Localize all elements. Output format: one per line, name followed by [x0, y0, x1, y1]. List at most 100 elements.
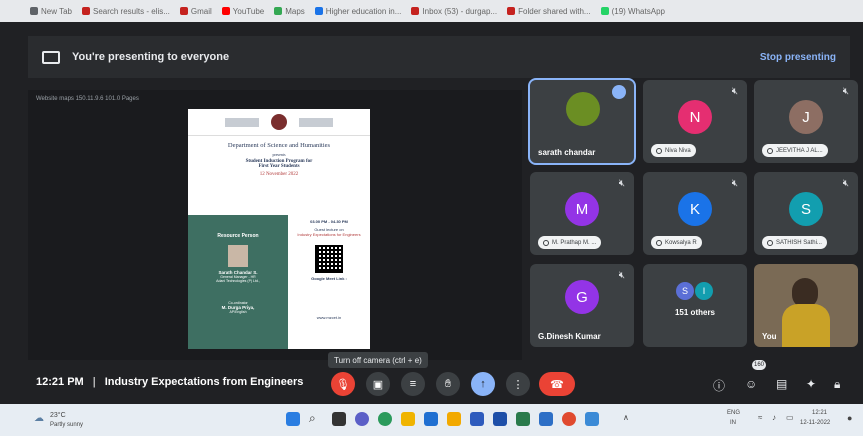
participant-photo [566, 92, 600, 126]
people-icon[interactable]: ☺︎ [745, 377, 757, 391]
participant-name: Niva Niva [665, 147, 691, 154]
meet-window: You're presenting to everyone Stop prese… [0, 22, 863, 404]
stop-presenting-button[interactable]: Stop presenting [760, 52, 836, 63]
more-options-button[interactable]: ⋮ [506, 372, 530, 396]
bookmark-label: New Tab [41, 6, 72, 16]
weather-temp: 23°C [50, 412, 66, 419]
participant-tile[interactable]: J 🔇︎ JEEVITHA J AL... [754, 80, 858, 163]
show-hidden-icons[interactable]: ∧ [623, 413, 629, 422]
present-button[interactable]: ↑ [471, 372, 495, 396]
wifi-icon[interactable]: ≈ [758, 413, 762, 422]
raise-hand-button[interactable]: ✋︎ [436, 372, 460, 396]
bookmark-icon [179, 7, 188, 15]
app-icon[interactable] [585, 412, 599, 426]
self-tile[interactable]: You [754, 264, 858, 347]
bookmark-item[interactable]: Higher education in... [314, 7, 401, 16]
folder-icon[interactable] [447, 412, 461, 426]
meeting-time: 12:21 PM [36, 376, 84, 388]
shared-toolbar-title: Website maps 150.11.9.6 101.0 Pages [36, 96, 139, 102]
meeting-info: 12:21 PM | Industry Expectations from En… [36, 376, 303, 388]
participant-name: M. Prathap M. ... [552, 239, 597, 246]
bookmark-item[interactable]: Inbox (53) - durgap... [411, 7, 497, 16]
poster-presents: presents [272, 152, 286, 157]
chat-app-icon[interactable] [355, 412, 369, 426]
task-view-icon[interactable] [332, 412, 346, 426]
notification-icon[interactable]: ● [847, 413, 852, 423]
bookmark-icon [221, 7, 230, 15]
info-icon[interactable]: ⓘ [713, 377, 725, 394]
meeting-title: Industry Expectations from Engineers [104, 376, 304, 388]
participant-name-pill: M. Prathap M. ... [538, 236, 602, 249]
volume-icon[interactable]: ♪ [772, 413, 776, 422]
self-name: You [762, 332, 777, 341]
system-time[interactable]: 12:21 [812, 410, 827, 416]
bookmark-label: YouTube [232, 6, 265, 16]
bookmark-item[interactable]: Gmail [179, 7, 212, 16]
college-logo [225, 117, 259, 127]
partner-logo [299, 117, 333, 127]
bookmark-icon [507, 7, 516, 15]
pin-icon [656, 239, 662, 246]
camera-button[interactable]: ▣ [366, 372, 390, 396]
bookmark-label: Search results - elis... [92, 6, 170, 16]
bookmark-item[interactable]: (19) WhatsApp [600, 7, 665, 16]
participant-tile[interactable]: N 🔇︎ Niva Niva [643, 80, 747, 163]
participant-name-pill: JEEVITHA J AL... [762, 144, 828, 157]
app-icon[interactable] [516, 412, 530, 426]
event-time: 03.00 PM - 04.30 PM [310, 219, 348, 224]
self-video-body [782, 304, 830, 347]
pin-icon [767, 147, 773, 154]
participant-tile[interactable]: M 🔇︎ M. Prathap M. ... [530, 172, 634, 255]
mic-off-button[interactable]: 🎙︎ [331, 372, 355, 396]
language[interactable]: ENG [727, 410, 740, 416]
participant-name-pill: Niva Niva [651, 144, 696, 157]
store-icon[interactable] [424, 412, 438, 426]
search-icon[interactable]: ⌕ [309, 411, 316, 426]
coordinator-role: AP/English [229, 310, 247, 314]
edge-icon[interactable] [378, 412, 392, 426]
participant-tile[interactable]: G 🔇︎ G.Dinesh Kumar [530, 264, 634, 347]
bookmark-item[interactable]: YouTube [221, 6, 265, 16]
others-tile[interactable]: S I 151 others [643, 264, 747, 347]
bookmark-item[interactable]: Folder shared with... [507, 7, 591, 16]
system-date[interactable]: 12-11-2022 [800, 420, 830, 426]
mic-off-icon: 🔇︎ [618, 270, 625, 281]
bookmark-icon [81, 7, 90, 15]
battery-icon[interactable]: ▭ [786, 413, 794, 422]
participant-name-pill: Kowsalya R [651, 236, 702, 249]
app-icon[interactable] [493, 412, 507, 426]
captions-button[interactable]: ≡ [401, 372, 425, 396]
bookmark-item[interactable]: Search results - elis... [81, 6, 170, 16]
app-icon[interactable] [539, 412, 553, 426]
emblem-logo [271, 114, 287, 130]
resource-panel: Resource Person Sarath Chandar S. Genera… [188, 215, 288, 349]
chrome-icon[interactable] [562, 412, 576, 426]
participant-tile[interactable]: S 🔇︎ SATHISH Sathi... [754, 172, 858, 255]
participant-avatar: J [789, 100, 823, 134]
activities-icon[interactable]: ✦ [806, 377, 816, 391]
start-icon[interactable] [286, 412, 300, 426]
poster: Department of Science and Humanities pre… [188, 109, 370, 349]
shared-toolbar: Website maps 150.11.9.6 101.0 Pages [28, 90, 522, 108]
bookmark-item[interactable]: Maps [274, 7, 305, 16]
participant-tile[interactable]: K 🔇︎ Kowsalya R [643, 172, 747, 255]
mic-off-icon: 🔇︎ [842, 178, 849, 189]
file-explorer-icon[interactable] [401, 412, 415, 426]
poster-date: 12 November 2022 [259, 172, 299, 177]
others-avatar: I [695, 282, 713, 300]
mic-off-icon: 🔇︎ [842, 86, 849, 97]
app-icon[interactable] [470, 412, 484, 426]
leave-call-button[interactable]: ☎︎ [539, 372, 575, 396]
poster-dept: Department of Science and Humanities [227, 142, 331, 149]
bookmark-icon [600, 7, 609, 15]
bookmark-item[interactable]: New Tab [30, 7, 72, 16]
meet-link-label: Google Meet Link : [311, 276, 347, 281]
participant-tile[interactable]: sarath chandar [528, 78, 636, 165]
chat-icon[interactable]: ▤ [776, 377, 787, 391]
poster-logos [188, 109, 370, 136]
meet-controls-bar: 12:21 PM | Industry Expectations from En… [0, 360, 863, 404]
bookmark-icon [411, 7, 420, 15]
weather-icon: ☁︎ [34, 413, 44, 424]
host-controls-icon[interactable]: 🔒︎ [834, 377, 840, 392]
participant-name-pill: SATHISH Sathi... [762, 236, 827, 249]
